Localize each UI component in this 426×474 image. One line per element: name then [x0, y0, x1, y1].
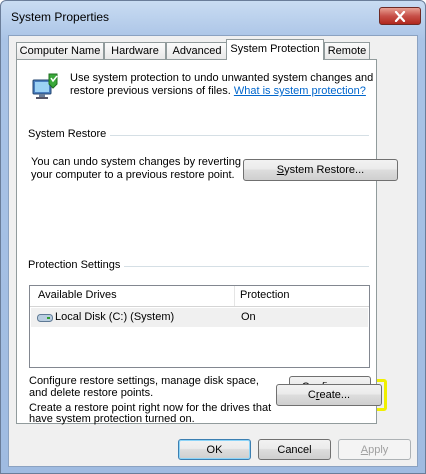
- column-header-available-drives[interactable]: Available Drives: [38, 289, 117, 301]
- system-protection-panel: Use system protection to undo unwanted s…: [16, 59, 398, 425]
- apply-accel: A: [360, 443, 369, 456]
- system-restore-desc-line-2: your computer to a previous restore poin…: [31, 169, 235, 181]
- dialog-client-area: Computer Name Hardware Advanced System P…: [8, 35, 418, 467]
- intro-line-2: restore previous versions of files.: [70, 85, 231, 97]
- what-is-system-protection-link[interactable]: What is system protection?: [234, 85, 366, 97]
- system-restore-accel: S: [276, 164, 285, 176]
- create-description: Create a restore point right now for the…: [29, 403, 271, 425]
- create-prefix: C: [307, 389, 316, 401]
- system-restore-group-title: System Restore: [28, 128, 111, 140]
- column-separator[interactable]: [234, 286, 235, 306]
- close-button[interactable]: [379, 7, 421, 25]
- table-row[interactable]: Local Disk (C:) (System) On: [31, 308, 368, 327]
- system-restore-button-label: ystem Restore...: [284, 164, 365, 176]
- hard-drive-icon: [37, 314, 53, 322]
- intro-text: Use system protection to undo unwanted s…: [70, 72, 373, 97]
- system-properties-window: System Properties Computer Name Hardware…: [0, 0, 426, 474]
- drives-listview[interactable]: Available Drives Protection Local Disk (…: [29, 285, 370, 368]
- configure-desc-line-1: Configure restore settings, manage disk …: [29, 375, 259, 387]
- drive-protection-status: On: [241, 311, 256, 323]
- protection-settings-group-title: Protection Settings: [28, 259, 125, 271]
- intro-line-2-wrap: restore previous versions of files. What…: [70, 85, 373, 97]
- tab-system-protection[interactable]: System Protection: [226, 39, 324, 60]
- ok-button[interactable]: OK: [178, 439, 251, 460]
- drive-name: Local Disk (C:) (System): [55, 311, 175, 323]
- tab-hardware[interactable]: Hardware: [104, 42, 166, 59]
- configure-desc-line-2: and delete restore points.: [29, 387, 154, 399]
- cancel-button[interactable]: Cancel: [258, 439, 331, 460]
- intro-line-1: Use system protection to undo unwanted s…: [70, 72, 374, 84]
- create-button[interactable]: Cr eate...: [276, 384, 382, 406]
- close-icon: [394, 10, 406, 22]
- create-button-label: eate...: [319, 389, 351, 401]
- title-bar[interactable]: System Properties: [1, 1, 425, 35]
- tab-remote[interactable]: Remote: [324, 42, 370, 59]
- listview-header: Available Drives Protection: [30, 286, 369, 307]
- create-desc-line-2: have system protection turned on.: [29, 413, 195, 425]
- system-restore-description: You can undo system changes by reverting…: [31, 156, 241, 182]
- apply-button-label: pply: [368, 443, 389, 456]
- system-restore-button[interactable]: System Restore...: [243, 159, 398, 181]
- apply-button[interactable]: Apply: [338, 439, 411, 460]
- tab-advanced[interactable]: Advanced: [166, 42, 228, 59]
- tab-computer-name[interactable]: Computer Name: [16, 42, 104, 59]
- system-protection-icon: [32, 73, 58, 99]
- configure-description: Configure restore settings, manage disk …: [29, 375, 259, 399]
- column-header-protection[interactable]: Protection: [240, 289, 290, 301]
- window-title: System Properties: [11, 10, 110, 24]
- system-restore-desc-line-1: You can undo system changes by reverting: [31, 156, 241, 168]
